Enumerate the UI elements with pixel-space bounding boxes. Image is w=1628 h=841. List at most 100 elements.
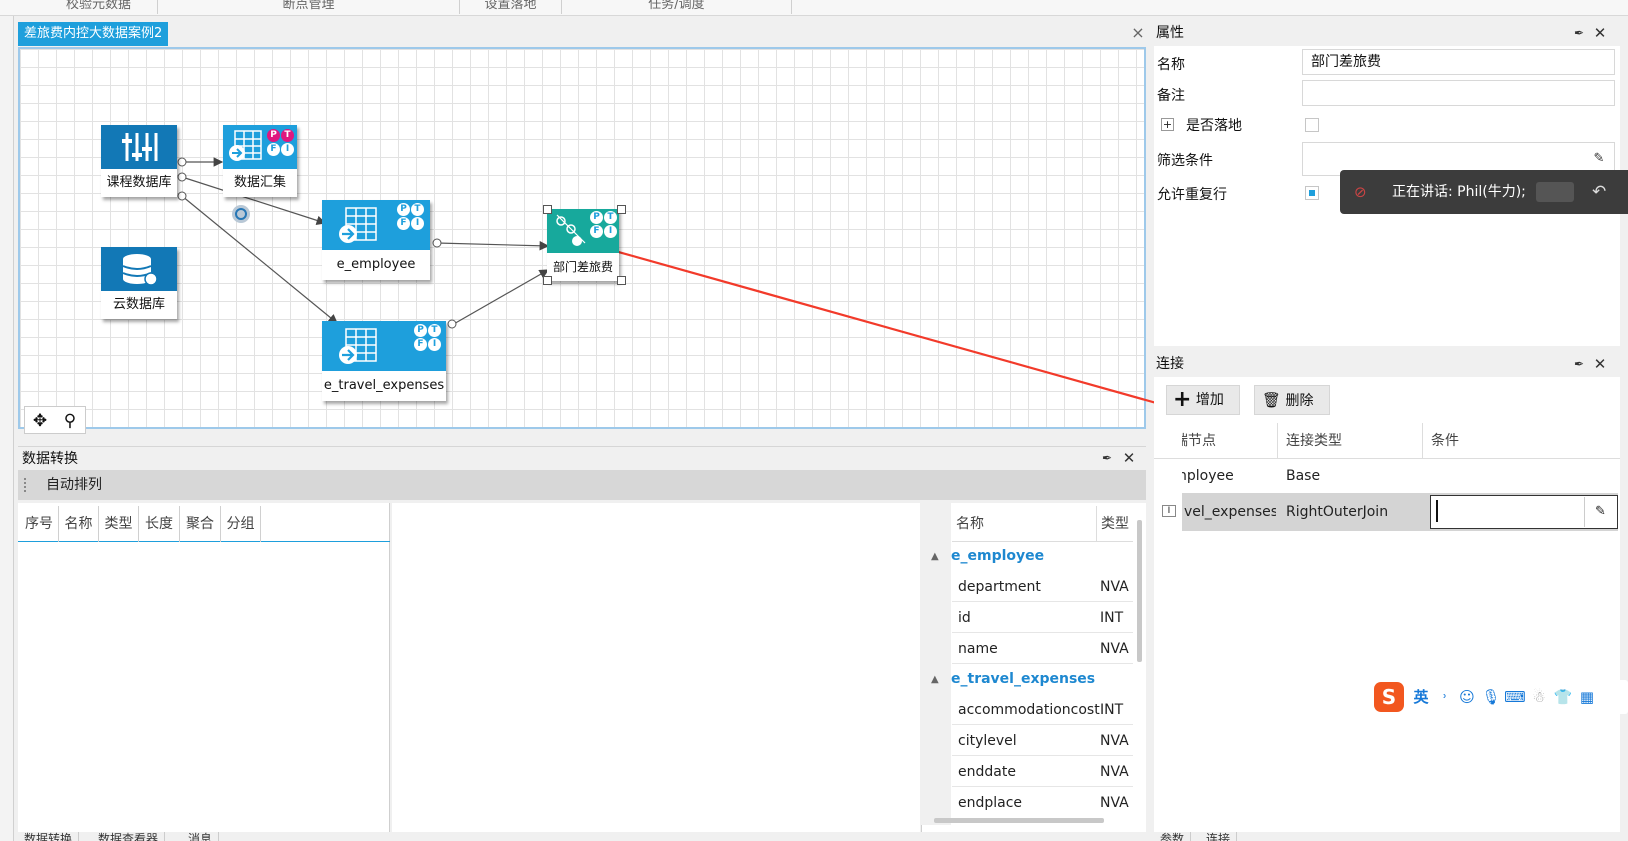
course-db-label: 课程数据库 <box>106 175 172 190</box>
field-row[interactable]: enddate NVA <box>952 757 1133 787</box>
emoji-icon[interactable]: ☺ <box>1456 686 1478 708</box>
expand-icon[interactable]: + <box>1161 118 1174 131</box>
return-icon[interactable]: ↶ <box>1592 170 1606 214</box>
e-travel-expenses-label: e_travel_expenses <box>323 378 445 393</box>
column-header-field-type[interactable]: 类型 <box>1097 506 1133 542</box>
column-header-name[interactable]: 名称 <box>59 506 99 542</box>
microphone-icon[interactable]: 🎙 <box>1480 686 1502 708</box>
punctuation-icon[interactable]: ˒ <box>1434 686 1456 708</box>
badge-i: I <box>428 338 441 351</box>
resize-handle[interactable] <box>617 276 626 285</box>
column-header-condition[interactable]: 条件 <box>1423 423 1618 459</box>
zoom-icon[interactable]: ⚲ <box>57 409 83 433</box>
allow-duplicates-label: 允许重复行 <box>1157 187 1227 203</box>
column-header-index[interactable]: 序号 <box>20 506 59 542</box>
delete-connection-button[interactable]: 🗑 删除 <box>1254 385 1330 415</box>
e-employee-label: e_employee <box>336 257 416 272</box>
resize-handle[interactable] <box>617 205 626 214</box>
horizontal-scrollbar[interactable] <box>934 818 1104 823</box>
cloud-db-node[interactable] <box>101 247 177 291</box>
field-row[interactable]: accommodationcost INT <box>952 695 1133 725</box>
column-header-group[interactable]: 分组 <box>221 506 261 542</box>
badge-i: I <box>281 143 294 156</box>
pin-icon[interactable]: ✒ <box>1572 354 1586 374</box>
collapse-icon[interactable]: ▲ <box>931 551 939 562</box>
sogou-logo[interactable]: S <box>1374 682 1404 712</box>
group-e-employee[interactable]: e_employee <box>951 541 1044 571</box>
text-cursor <box>1436 500 1438 522</box>
row-join-type: Base <box>1286 468 1321 484</box>
resize-handle[interactable] <box>543 205 552 214</box>
badge-p: P <box>267 129 280 142</box>
remark-field[interactable] <box>1302 80 1615 106</box>
field-row[interactable]: citylevel NVA <box>952 726 1133 756</box>
edit-pencil-icon[interactable]: ✎ <box>1584 497 1616 527</box>
ime-toolbar: S 英 ˒ ☺ 🎙 ⌨ ☃ 👕 ▦ <box>1372 680 1628 714</box>
pin-icon[interactable]: ✒ <box>1572 23 1586 43</box>
close-icon[interactable]: ✕ <box>1593 354 1607 374</box>
column-header-field-name[interactable]: 名称 <box>952 506 1097 542</box>
pin-icon[interactable]: ✒ <box>1100 448 1114 468</box>
row-edit-indicator-icon: I <box>1162 505 1176 517</box>
user-icon[interactable]: ☃ <box>1528 686 1550 708</box>
plus-icon: + <box>1173 387 1192 412</box>
checkbox-mark <box>1309 190 1315 196</box>
settings-sliders-icon <box>122 133 158 161</box>
column-header-type[interactable]: 类型 <box>99 506 139 542</box>
badge-f: F <box>414 338 427 351</box>
skin-shirt-icon[interactable]: 👕 <box>1552 686 1574 708</box>
link-travel-dept <box>451 269 550 326</box>
row-node: nployee <box>1182 468 1234 484</box>
course-db-node[interactable] <box>101 125 177 169</box>
close-icon[interactable]: ✕ <box>1593 23 1607 43</box>
badge-p: P <box>414 324 427 337</box>
add-connection-button[interactable]: + 增加 <box>1166 385 1240 415</box>
column-header-aggregate[interactable]: 聚合 <box>180 506 221 542</box>
badge-f: F <box>397 217 410 230</box>
allow-duplicates-checkbox[interactable] <box>1305 186 1319 200</box>
badge-t: T <box>428 324 441 337</box>
close-icon[interactable]: ✕ <box>1122 448 1136 468</box>
is-landed-checkbox[interactable] <box>1305 118 1319 132</box>
tab-data-transform[interactable]: 数据转换 <box>18 832 80 841</box>
name-label: 名称 <box>1157 57 1185 73</box>
column-header-node[interactable]: 端节点 <box>1182 423 1278 459</box>
field-row[interactable]: id INT <box>952 603 1133 633</box>
column-header-length[interactable]: 长度 <box>139 506 180 542</box>
trash-icon: 🗑 <box>1262 391 1282 409</box>
connection-title: 连接 <box>1152 352 1622 376</box>
badge-t: T <box>281 129 294 142</box>
mic-muted-icon[interactable]: ⊘ <box>1354 170 1374 214</box>
tab-messages[interactable]: 消息 <box>182 832 220 841</box>
grip-icon <box>24 478 27 492</box>
vertical-scrollbar[interactable] <box>1137 520 1142 662</box>
is-landed-label: 是否落地 <box>1186 118 1242 134</box>
transform-workspace[interactable] <box>392 503 920 832</box>
field-row[interactable]: name NVA <box>952 634 1133 664</box>
field-row[interactable]: department NVA <box>952 572 1133 602</box>
badge-t: T <box>604 211 617 224</box>
auto-arrange-button[interactable]: 自动排列 <box>46 470 102 500</box>
tab-data-viewer[interactable]: 数据查看器 <box>92 832 166 841</box>
keyboard-icon[interactable]: ⌨ <box>1504 686 1526 708</box>
badge-p: P <box>590 211 603 224</box>
grid-menu-icon[interactable]: ▦ <box>1576 686 1598 708</box>
table-row[interactable]: nployee Base <box>1154 459 1620 493</box>
name-field[interactable]: 部门差旅费 <box>1302 49 1615 75</box>
collapse-icon[interactable]: ▲ <box>931 674 939 685</box>
move-icon[interactable]: ✥ <box>27 409 53 433</box>
tab-connection[interactable]: 连接 <box>1200 832 1238 841</box>
badge-i: I <box>411 217 424 230</box>
cloud-database-icon <box>122 254 158 286</box>
dept-travel-label: 部门差旅费 <box>552 260 613 274</box>
group-e-travel-expenses[interactable]: e_travel_expenses <box>951 664 1095 694</box>
edit-pencil-icon[interactable]: ✎ <box>1587 146 1611 172</box>
filter-label: 筛选条件 <box>1157 153 1213 169</box>
tab-parameters[interactable]: 参数 <box>1154 832 1192 841</box>
field-row[interactable]: endplace NVA <box>952 788 1133 818</box>
resize-handle[interactable] <box>543 276 552 285</box>
link-employee-dept <box>436 240 550 251</box>
ime-lang-toggle[interactable]: 英 <box>1410 686 1432 708</box>
column-header-join-type[interactable]: 连接类型 <box>1278 423 1423 459</box>
badge-i: I <box>604 225 617 238</box>
